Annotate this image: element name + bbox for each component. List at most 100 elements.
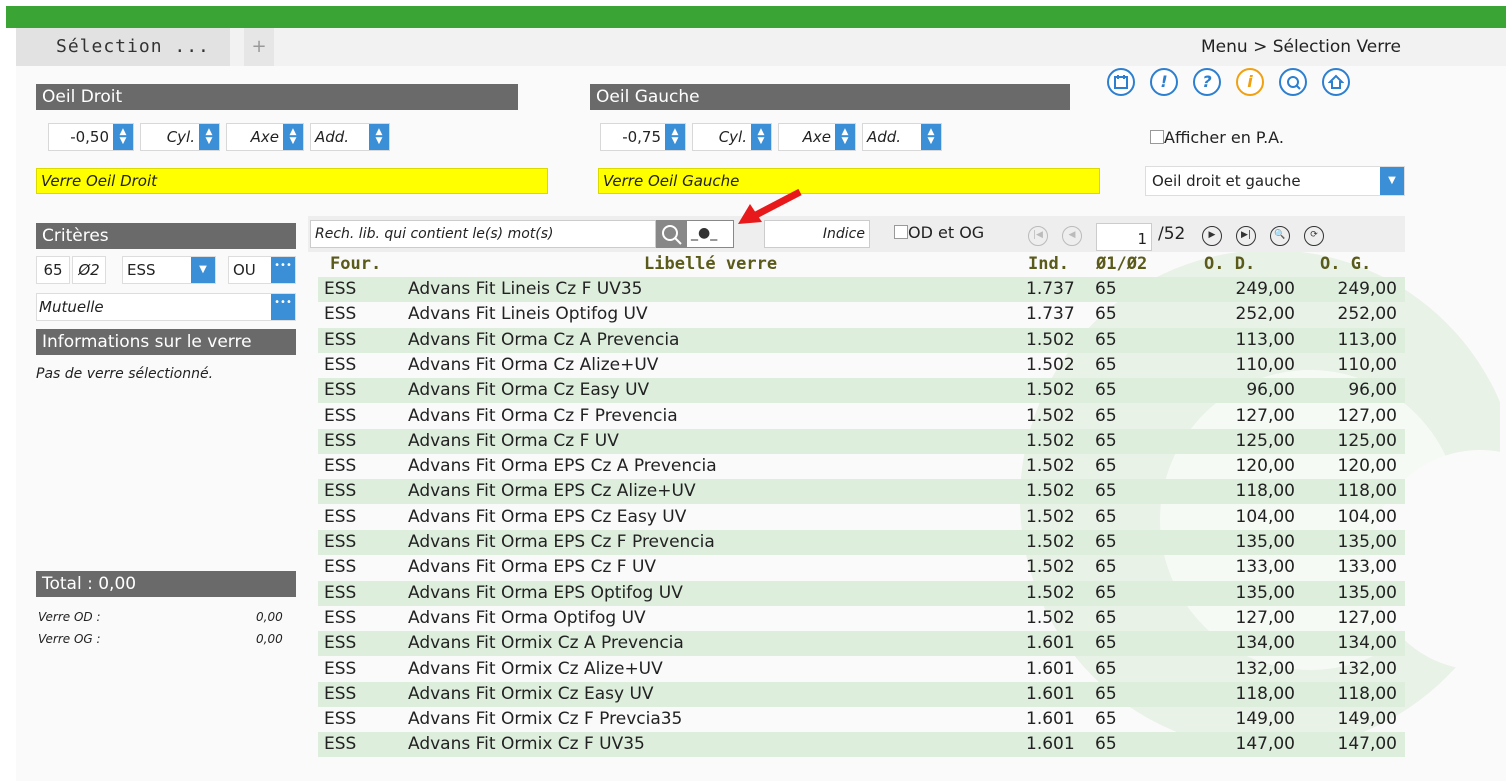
table-row[interactable]: ESS Advans Fit Ormix Cz F Prevcia35 1.601 6… [318,707,1405,732]
og-cyl-field[interactable]: Cyl. ▲ ▼ [692,123,772,151]
od-sphere-field[interactable]: -0,50 ▲ ▼ [48,123,134,151]
cell-four: ESS [324,405,357,426]
table-row[interactable]: ESS Advans Fit Orma EPS Cz Alize+UV 1.502 6… [318,479,1405,505]
settings-icon[interactable] [1279,68,1307,96]
cell-four: ESS [324,709,357,730]
help-icon[interactable]: ? [1193,68,1221,96]
cell-og: 147,00 [1337,734,1397,755]
home-icon[interactable] [1322,68,1350,96]
cell-lib: Advans Fit Lineis Optifog UV [408,304,648,325]
og-sphere-field[interactable]: -0,75 ▲ ▼ [600,123,686,151]
more-icon[interactable]: ••• [271,257,295,283]
og-verre-field[interactable]: Verre Oeil Gauche [598,168,1100,194]
table-row[interactable]: ESS Advans Fit Lineis Optifog UV 1.737 65 25… [318,302,1405,327]
chevron-down-icon[interactable]: ▼ [191,257,215,283]
og-axe-stepper[interactable]: ▲ ▼ [835,124,855,150]
od-add-field[interactable]: Add. ▲ ▼ [310,123,390,151]
od-cyl-field[interactable]: Cyl. ▲ ▼ [140,123,220,151]
cell-od: 125,00 [1235,430,1295,451]
cell-og: 134,00 [1337,633,1397,654]
info-icon[interactable]: i [1236,68,1264,96]
og-add-stepper[interactable]: ▲ ▼ [921,124,941,150]
table-row[interactable]: ESS Advans Fit Orma Cz F Prevencia 1.502 65… [318,404,1405,429]
cell-og: 120,00 [1337,456,1397,477]
table-row[interactable]: ESS Advans Fit Ormix Cz A Prevencia 1.601 6… [318,631,1405,657]
cell-four: ESS [324,557,357,578]
prev-page-icon[interactable]: ◀ [1062,226,1082,246]
og-add-placeholder: Add. [867,128,902,146]
cell-four: ESS [324,683,357,704]
cell-og: 118,00 [1337,683,1397,704]
supplier-value: ESS [127,261,156,279]
next-page-icon[interactable]: ▶ [1202,226,1222,246]
col-header-ind[interactable]: Ind. [1028,254,1069,274]
col-header-og[interactable]: O. G. [1320,254,1371,274]
cell-dia: 65 [1095,582,1117,603]
col-header-four[interactable]: Four. [330,254,381,274]
afficher-pa-checkbox[interactable] [1150,130,1164,144]
diameter-field[interactable]: 65 [36,256,70,284]
og-cyl-stepper[interactable]: ▲ ▼ [751,124,771,150]
cell-ind: 1.502 [1026,380,1075,401]
og-axe-field[interactable]: Axe ▲ ▼ [778,123,856,151]
og-add-field[interactable]: Add. ▲ ▼ [862,123,942,151]
tab-selection[interactable]: Sélection ... [16,28,230,66]
first-page-icon[interactable]: |◀ [1028,226,1048,246]
chevron-down-icon[interactable]: ▼ [1380,167,1404,195]
last-page-icon[interactable]: ▶| [1236,226,1256,246]
od-og-option[interactable]: OD et OG [894,223,984,242]
table-row[interactable]: ESS Advans Fit Orma Cz F UV 1.502 65 125,00 1… [318,428,1405,454]
table-row[interactable]: ESS Advans Fit Orma EPS Cz F UV 1.502 65 133… [318,555,1405,580]
od-verre-field[interactable]: Verre Oeil Droit [36,168,548,194]
table-row[interactable]: ESS Advans Fit Lineis Cz F UV35 1.737 65 249… [318,277,1405,302]
col-header-diameter[interactable]: Ø1/Ø2 [1096,254,1147,274]
search-input[interactable]: Rech. lib. qui contient le(s) mot(s) [310,220,656,248]
search-button[interactable]: _●_ [656,220,734,248]
cell-dia: 65 [1095,380,1117,401]
alert-icon[interactable]: ! [1150,68,1178,96]
cell-dia: 65 [1095,633,1117,654]
table-row[interactable]: ESS Advans Fit Orma EPS Cz Easy UV 1.502 65… [318,505,1405,530]
table-row[interactable]: ESS Advans Fit Orma EPS Cz A Prevencia 1.5… [318,454,1405,479]
cell-four: ESS [324,456,357,477]
table-row[interactable]: ESS Advans Fit Orma Cz A Prevencia 1.502 65… [318,327,1405,353]
zoom-search-icon[interactable]: 🔍 [1270,226,1290,246]
afficher-pa-option[interactable]: Afficher en P.A. [1150,128,1284,147]
cell-od: 104,00 [1235,506,1295,527]
od-sphere-stepper[interactable]: ▲ ▼ [113,124,133,150]
calendar-icon[interactable] [1107,68,1135,96]
table-row[interactable]: ESS Advans Fit Orma Optifog UV 1.502 65 127,… [318,606,1405,631]
od-og-checkbox[interactable] [894,225,908,239]
cell-od: 110,00 [1235,354,1295,375]
add-tab-button[interactable]: + [244,28,274,66]
table-row[interactable]: ESS Advans Fit Ormix Cz F UV35 1.601 65 147,… [318,732,1405,758]
mutuelle-field[interactable]: Mutuelle ••• [36,293,296,321]
table-row[interactable]: ESS Advans Fit Ormix Cz Easy UV 1.601 65 118… [318,681,1405,707]
od-add-stepper[interactable]: ▲ ▼ [369,124,389,150]
table-row[interactable]: ESS Advans Fit Orma Cz Alize+UV 1.502 65 110… [318,353,1405,378]
od-axe-stepper[interactable]: ▲ ▼ [283,124,303,150]
cell-lib: Advans Fit Orma Cz A Prevencia [408,329,680,350]
page-input[interactable]: 1 [1096,223,1152,251]
od-axe-field[interactable]: Axe ▲ ▼ [226,123,304,151]
cell-od: 127,00 [1235,607,1295,628]
refresh-icon[interactable]: ⟳ [1304,226,1324,246]
cell-od: 120,00 [1235,456,1295,477]
cell-og: 132,00 [1337,658,1397,679]
mutuelle-value: Mutuelle [39,298,104,316]
table-row[interactable]: ESS Advans Fit Orma EPS Cz F Prevencia 1.5… [318,530,1405,555]
od-og-label: OD et OG [908,223,985,242]
od-cyl-stepper[interactable]: ▲ ▼ [199,124,219,150]
col-header-libelle[interactable]: Libellé verre [644,254,777,274]
table-row[interactable]: ESS Advans Fit Orma Cz Easy UV 1.502 65 96,0… [318,378,1405,404]
ou-field[interactable]: OU ••• [228,256,296,284]
og-sphere-stepper[interactable]: ▲ ▼ [665,124,685,150]
od-sphere-value: -0,50 [70,128,109,146]
eye-select[interactable]: Oeil droit et gauche ▼ [1145,166,1405,196]
indice-field[interactable]: Indice [764,220,870,248]
more-icon[interactable]: ••• [271,294,295,320]
table-row[interactable]: ESS Advans Fit Ormix Cz Alize+UV 1.601 65 13… [318,657,1405,682]
table-row[interactable]: ESS Advans Fit Orma EPS Optifog UV 1.502 65… [318,580,1405,606]
supplier-select[interactable]: ESS ▼ [122,256,216,284]
col-header-od[interactable]: O. D. [1204,254,1255,274]
